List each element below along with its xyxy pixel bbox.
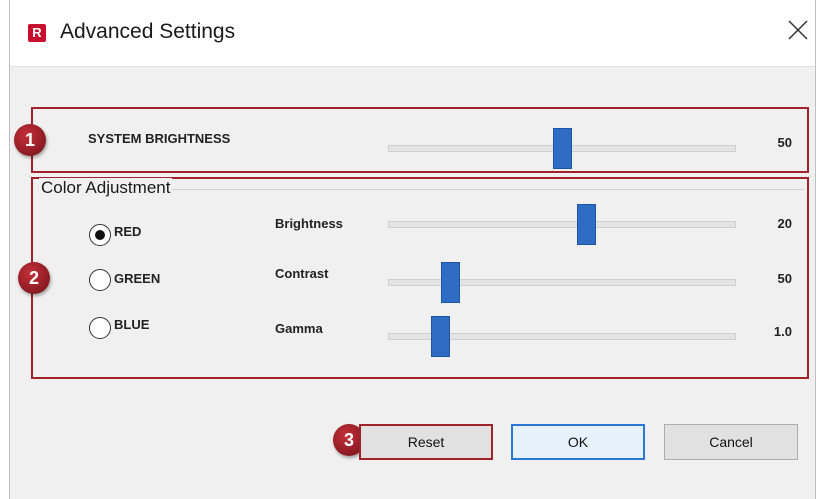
contrast-slider-thumb[interactable] [441, 262, 461, 303]
close-icon[interactable] [786, 18, 810, 42]
contrast-value: 50 [777, 271, 792, 286]
color-adjustment-legend: Color Adjustment [39, 178, 173, 198]
contrast-label: Contrast [275, 266, 329, 281]
ok-button[interactable]: OK [511, 424, 645, 460]
radio-red[interactable] [89, 224, 111, 246]
title-bar: R Advanced Settings [10, 0, 815, 67]
radio-red-label: RED [114, 224, 142, 239]
advanced-settings-dialog: R Advanced Settings 1 SYSTEM BRIGHTNESS … [9, 0, 816, 499]
system-brightness-value: 50 [777, 135, 792, 150]
gamma-label: Gamma [275, 321, 323, 336]
callout-badge-2: 2 [18, 262, 50, 294]
radio-blue-label: BLUE [114, 317, 150, 332]
system-brightness-slider-thumb[interactable] [552, 128, 572, 169]
gamma-slider-thumb[interactable] [430, 316, 450, 357]
radio-selected-dot [95, 230, 105, 240]
callout-badge-1: 1 [14, 124, 46, 156]
brightness-slider-thumb[interactable] [576, 204, 596, 245]
brightness-slider-track[interactable] [388, 221, 736, 228]
system-brightness-label: SYSTEM BRIGHTNESS [88, 131, 231, 146]
gamma-value: 1.0 [773, 324, 792, 339]
radio-blue[interactable] [89, 317, 111, 339]
radio-green-label: GREEN [114, 271, 161, 286]
reset-button[interactable]: Reset [359, 424, 493, 460]
dialog-title: Advanced Settings [60, 20, 236, 43]
brightness-value: 20 [777, 216, 792, 231]
radio-green[interactable] [89, 269, 111, 291]
dialog-body: 1 SYSTEM BRIGHTNESS 50 Color Adjustment … [10, 67, 815, 499]
cancel-button[interactable]: Cancel [664, 424, 798, 460]
app-logo-icon: R [28, 24, 46, 42]
brightness-label: Brightness [275, 216, 343, 231]
